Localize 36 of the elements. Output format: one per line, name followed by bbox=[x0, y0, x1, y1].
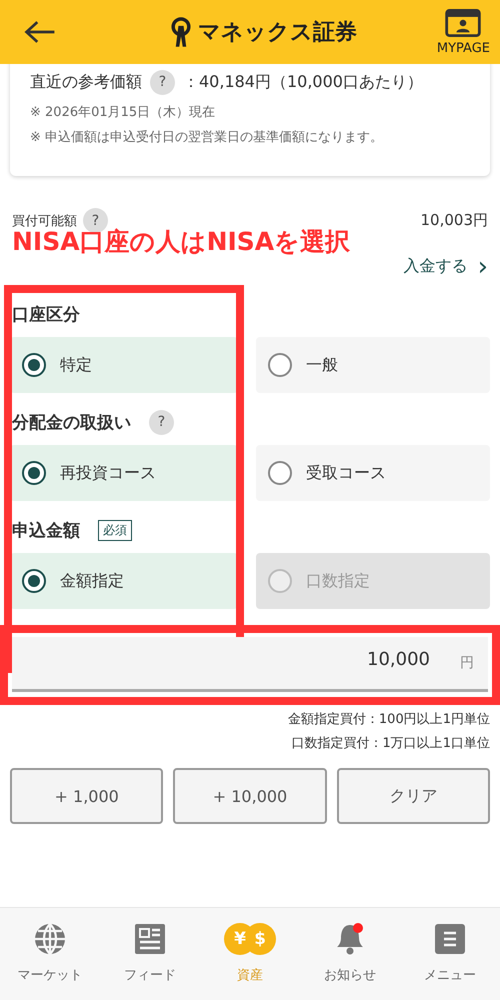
help-button[interactable]: ? bbox=[83, 208, 108, 233]
logo-text: マネックス証券 bbox=[198, 19, 357, 47]
quick-amount-button[interactable]: + 1,000 bbox=[10, 768, 164, 824]
price-note: ※ 2026年01月15日（木）現在 bbox=[30, 104, 216, 121]
menu-icon bbox=[433, 922, 467, 956]
nav-tab[interactable]: メニュー bbox=[400, 908, 500, 1000]
help-button[interactable]: ? bbox=[150, 70, 175, 94]
unit-label: 円 bbox=[460, 654, 474, 672]
nav-tab[interactable]: お知らせ bbox=[300, 908, 400, 1000]
deposit-link[interactable]: 入金する › bbox=[404, 256, 488, 277]
price-label: 直近の参考価額 bbox=[30, 72, 142, 92]
radio-option[interactable]: 一般 bbox=[256, 337, 490, 393]
required-badge: 必須 bbox=[98, 520, 132, 540]
mypage-button[interactable]: MYPAGE bbox=[436, 8, 490, 56]
price-note: ※ 申込価額は申込受付日の翌営業日の基準価額になります。 bbox=[30, 129, 384, 146]
buying-power-value: 10,003円 bbox=[420, 211, 488, 230]
nav-tab[interactable]: フィード bbox=[100, 908, 200, 1000]
unit-note: 金額指定買付：100円以上1円単位 bbox=[286, 711, 490, 729]
radio-option[interactable]: 再投資コース bbox=[10, 445, 238, 501]
radio-option[interactable]: 特定 bbox=[10, 337, 238, 393]
quick-amount-button[interactable]: + 10,000 bbox=[173, 768, 327, 824]
radio-option[interactable]: 金額指定 bbox=[10, 553, 238, 609]
quick-amount-button[interactable]: クリア bbox=[336, 768, 490, 824]
section-label: 分配金の取扱い bbox=[12, 412, 131, 434]
news-icon bbox=[133, 922, 167, 956]
section-label: 口座区分 bbox=[12, 304, 80, 326]
unit-note: 口数指定買付：1万口以上1口単位 bbox=[290, 735, 490, 753]
globe-icon bbox=[33, 922, 67, 956]
price-value: ：40,184円（10,000口あたり） bbox=[183, 72, 423, 92]
nav-tab[interactable]: マーケット bbox=[0, 908, 100, 1000]
help-button[interactable]: ? bbox=[149, 410, 174, 434]
buying-power-label: 買付可能額 bbox=[12, 212, 77, 230]
amount-input-field[interactable]: 10,000 円 bbox=[12, 637, 488, 692]
section-label: 申込金額 bbox=[12, 520, 80, 542]
profile-window-icon bbox=[445, 8, 482, 36]
radio-option[interactable]: 受取コース bbox=[256, 445, 490, 501]
